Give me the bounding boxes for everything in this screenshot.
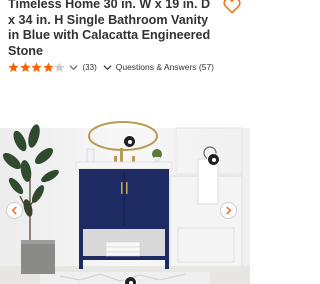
questions-answers-label: Questions & Answers (57) <box>115 62 214 72</box>
hotspot-dot-icon <box>211 157 216 162</box>
product-hotspot-towel-ring[interactable] <box>207 153 220 166</box>
product-image-gallery[interactable] <box>0 116 250 284</box>
chevron-left-icon <box>11 206 17 215</box>
review-count[interactable]: (33) <box>83 63 97 72</box>
star-filled-icon <box>8 62 19 72</box>
hotspot-dot-icon <box>128 280 133 284</box>
star-filled-icon <box>31 62 42 72</box>
star-filled-icon <box>43 62 53 72</box>
previous-image-button[interactable] <box>6 202 23 219</box>
product-header: Timeless Home 30 in. W x 19 in. D x 34 i… <box>0 0 250 116</box>
questions-answers-link[interactable]: Questions & Answers (57) <box>103 62 214 72</box>
product-hotspot-rug[interactable] <box>124 276 137 284</box>
favorite-button[interactable] <box>221 0 243 17</box>
product-hotspot-mirror[interactable] <box>123 135 136 148</box>
chevron-down-icon[interactable] <box>68 64 78 71</box>
rating-row: (33) Questions & Answers (57) <box>8 60 214 74</box>
hotspot-dot-icon <box>127 139 132 144</box>
star-rating[interactable] <box>8 62 66 73</box>
heart-icon <box>223 0 241 14</box>
star-filled-icon <box>20 62 30 72</box>
next-image-button[interactable] <box>220 202 237 219</box>
chevron-right-icon <box>226 206 232 215</box>
chevron-down-icon <box>103 64 112 70</box>
star-empty-icon <box>54 62 65 72</box>
product-title: Timeless Home 30 in. W x 19 in. D x 34 i… <box>8 0 211 58</box>
